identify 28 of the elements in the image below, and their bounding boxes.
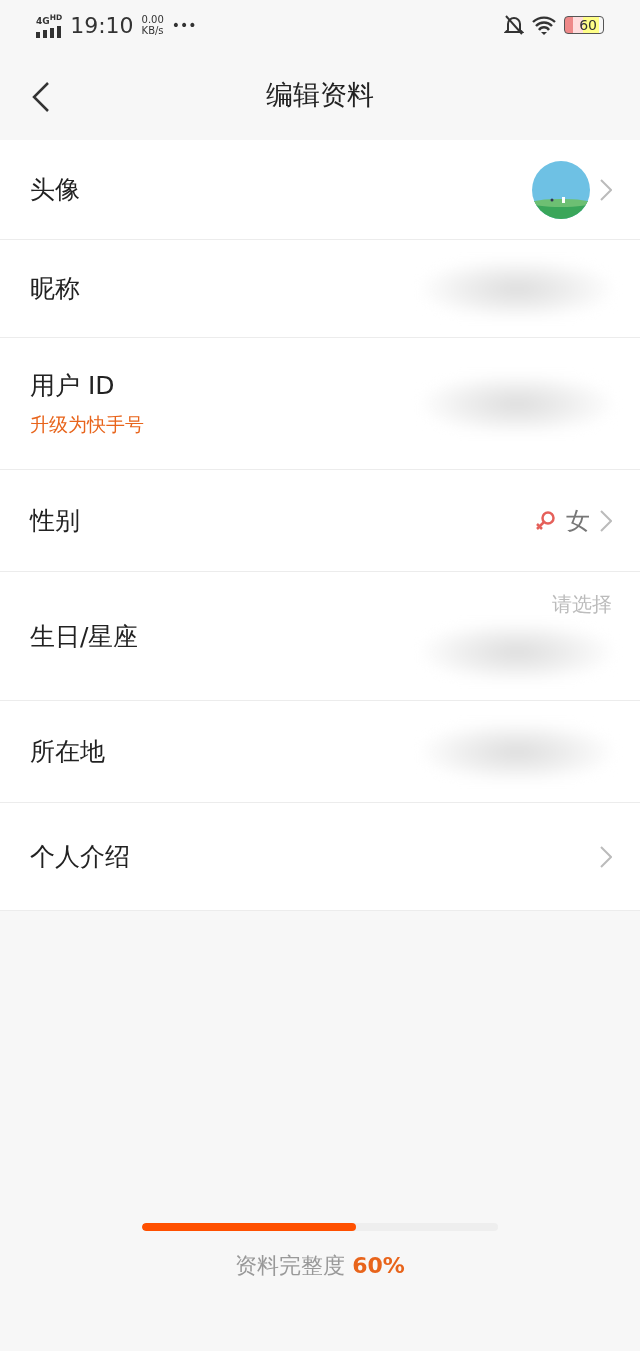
row-label: 头像 — [30, 174, 81, 206]
row-label: 生日/星座 — [30, 620, 140, 653]
row-label: 所在地 — [30, 736, 106, 768]
battery-indicator: 60 — [564, 16, 604, 34]
profile-row[interactable]: 个人介绍 — [0, 803, 640, 911]
profile-row[interactable]: 昵称 — [0, 240, 640, 338]
clock-time: 19:10 — [70, 12, 134, 38]
speed-unit: KB/s — [141, 25, 164, 36]
row-label: 用户 ID — [30, 370, 116, 402]
placeholder-text: 请选择 — [552, 590, 612, 618]
profile-row[interactable]: 头像 — [0, 140, 640, 240]
profile-row[interactable]: 用户 ID 升级为快手号 — [0, 338, 640, 470]
page-title: 编辑资料 — [266, 78, 374, 112]
row-label: 昵称 — [30, 273, 81, 305]
network-speed: 0.00 — [141, 14, 164, 25]
profile-row[interactable]: 性别 女 — [0, 470, 640, 572]
network-type: 4G$^{HD}$ — [36, 12, 63, 26]
row-label: 性别 — [30, 505, 81, 537]
wifi-icon — [532, 15, 557, 35]
row-label: 个人介绍 — [30, 841, 131, 873]
bell-muted-icon — [504, 14, 525, 36]
more-notifications: ••• — [171, 17, 197, 33]
signal-icon — [36, 25, 62, 38]
gender-value: 女 — [566, 505, 590, 537]
profile-row[interactable]: 生日/星座 请选择 — [0, 572, 640, 701]
completeness-text: 资料完整度 60% — [235, 1252, 405, 1280]
profile-row[interactable]: 所在地 — [0, 701, 640, 803]
female-symbol-icon — [534, 509, 556, 532]
